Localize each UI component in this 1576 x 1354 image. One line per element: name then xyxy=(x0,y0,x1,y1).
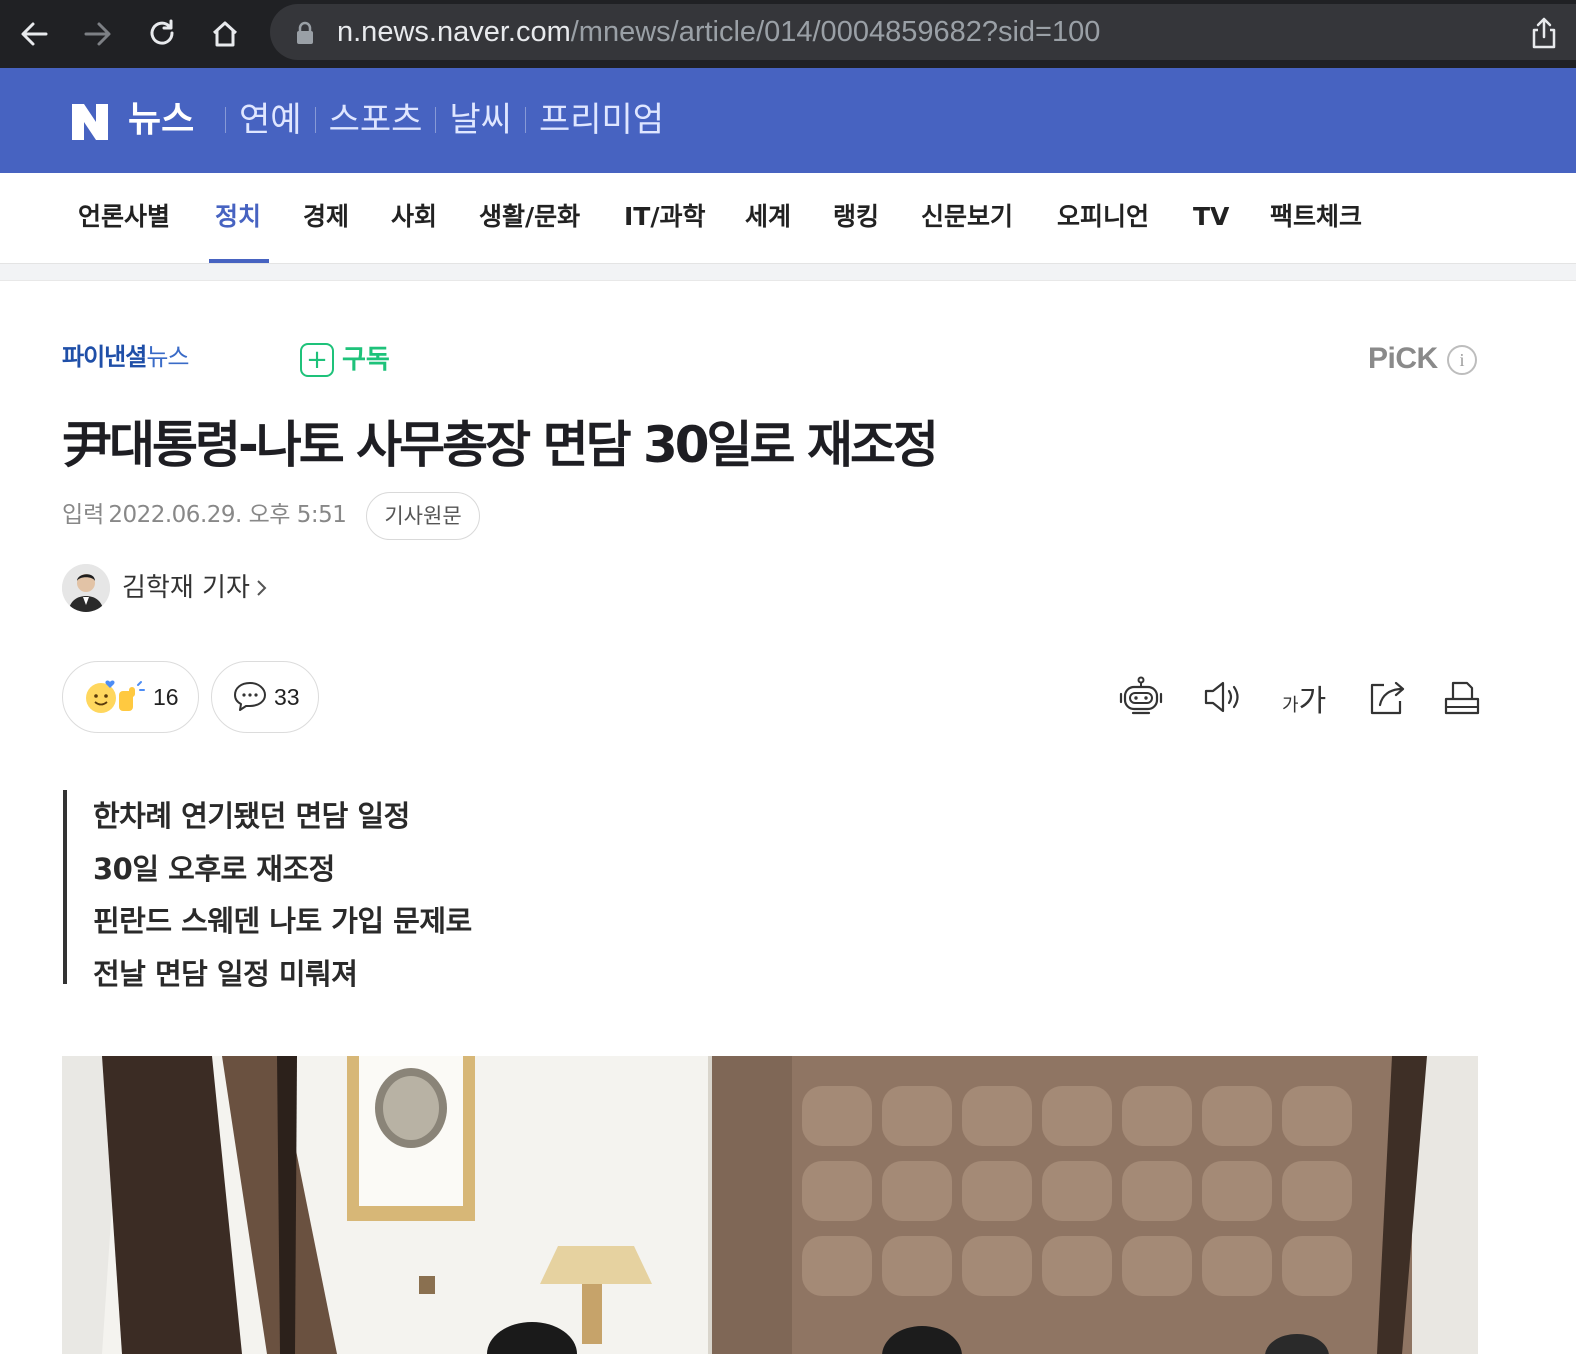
url-path: /mnews/article/014/0004859682?sid=100 xyxy=(570,16,1101,48)
home-button[interactable] xyxy=(205,14,245,54)
forward-button[interactable] xyxy=(78,14,118,54)
url-text[interactable]: n.news.naver.com/mnews/article/014/00048… xyxy=(337,14,1100,50)
nav-item-opinion[interactable]: 오피니언 xyxy=(1057,199,1149,235)
nav-item-world[interactable]: 세계 xyxy=(745,199,791,235)
reaction-button[interactable]: 16 xyxy=(62,661,199,733)
header-link-entertainment[interactable]: 연예 xyxy=(239,98,302,142)
press-logo[interactable]: 파이낸셜뉴스 xyxy=(62,340,190,374)
news-title[interactable]: 뉴스 xyxy=(128,96,194,144)
font-small-label: 가 xyxy=(1282,695,1299,716)
header-link-premium[interactable]: 프리미엄 xyxy=(539,98,664,142)
press-name-light: 뉴스 xyxy=(146,343,189,371)
summary-line: 한차례 연기됐던 면담 일정 xyxy=(93,799,410,833)
print-icon[interactable] xyxy=(1443,675,1481,719)
nav-item-tv[interactable]: TV xyxy=(1193,199,1229,235)
date-value: 2022.06.29. 오후 5:51 xyxy=(108,502,347,528)
article-summary: 한차례 연기됐던 면담 일정 30일 오후로 재조정 핀란드 스웨덴 나토 가입… xyxy=(63,790,763,991)
nav-item-economy[interactable]: 경제 xyxy=(303,199,349,235)
naver-news-header: 뉴스 연예 스포츠 날씨 프리미엄 xyxy=(0,68,1576,173)
subscribe-label: 구독 xyxy=(342,345,390,375)
nav-item-society[interactable]: 사회 xyxy=(391,199,437,235)
summary-line: 전날 면담 일정 미뤄져 xyxy=(93,956,358,991)
nav-item-newspaper[interactable]: 신문보기 xyxy=(921,199,1013,235)
header-link-sports[interactable]: 스포츠 xyxy=(329,98,423,142)
subscribe-button[interactable]: + 구독 xyxy=(300,343,390,377)
active-tab-indicator xyxy=(209,259,269,263)
share-icon[interactable] xyxy=(1528,16,1560,50)
robot-icon[interactable] xyxy=(1118,675,1164,719)
font-large-label: 가 xyxy=(1298,684,1327,719)
share-arrow-icon[interactable] xyxy=(1368,675,1408,719)
comment-button[interactable]: 33 xyxy=(211,661,319,733)
avatar xyxy=(62,564,110,612)
original-article-button[interactable]: 기사원문 xyxy=(366,492,480,540)
article-photo[interactable] xyxy=(62,1056,1478,1354)
speaker-icon[interactable] xyxy=(1203,675,1245,719)
nav-item-life-culture[interactable]: 생활/문화 xyxy=(479,199,580,235)
divider xyxy=(0,264,1576,281)
info-icon[interactable]: i xyxy=(1447,345,1477,375)
comment-icon xyxy=(234,682,266,711)
reporter-name: 김학재 기자 xyxy=(122,573,250,603)
comment-count: 33 xyxy=(274,684,300,710)
date-label: 입력 xyxy=(62,502,105,528)
category-nav: 언론사별 정치 경제 사회 생활/문화 IT/과학 세계 랭킹 신문보기 오피니… xyxy=(0,173,1576,264)
reaction-emoji-icon xyxy=(86,680,145,713)
article-date: 입력 2022.06.29. 오후 5:51 xyxy=(62,498,347,532)
summary-line: 30일 오후로 재조정 xyxy=(93,851,335,886)
chevron-right-icon xyxy=(257,580,267,596)
browser-toolbar: n.news.naver.com/mnews/article/014/00048… xyxy=(0,0,1576,68)
arrow-right-icon xyxy=(84,22,111,46)
lock-icon xyxy=(297,21,313,44)
naver-logo[interactable] xyxy=(70,104,110,140)
press-name-bold: 파이낸셜 xyxy=(62,342,147,371)
pick-badge: PiCK xyxy=(1368,342,1438,375)
article-title: 尹대통령-나토 사무총장 면담 30일로 재조정 xyxy=(62,416,939,474)
back-button[interactable] xyxy=(14,14,54,54)
nav-item-factcheck[interactable]: 팩트체크 xyxy=(1270,199,1362,235)
header-links: 연예 스포츠 날씨 프리미엄 xyxy=(212,98,664,142)
header-link-weather[interactable]: 날씨 xyxy=(449,98,512,142)
nav-item-it-science[interactable]: IT/과학 xyxy=(624,199,706,235)
summary-line: 핀란드 스웨덴 나토 가입 문제로 xyxy=(93,904,472,938)
plus-icon: + xyxy=(300,343,334,377)
nav-item-press[interactable]: 언론사별 xyxy=(78,199,170,235)
nav-item-ranking[interactable]: 랭킹 xyxy=(833,199,879,235)
reaction-count: 16 xyxy=(153,684,179,710)
reload-button[interactable] xyxy=(142,14,182,54)
home-icon xyxy=(212,21,238,47)
reporter-link[interactable]: 김학재 기자 xyxy=(62,564,268,612)
font-size-button[interactable]: 가가 xyxy=(1282,676,1326,720)
reload-icon xyxy=(150,19,174,45)
nav-item-politics[interactable]: 정치 xyxy=(215,199,261,235)
arrow-left-icon xyxy=(21,22,48,46)
url-host: n.news.naver.com xyxy=(337,16,571,48)
